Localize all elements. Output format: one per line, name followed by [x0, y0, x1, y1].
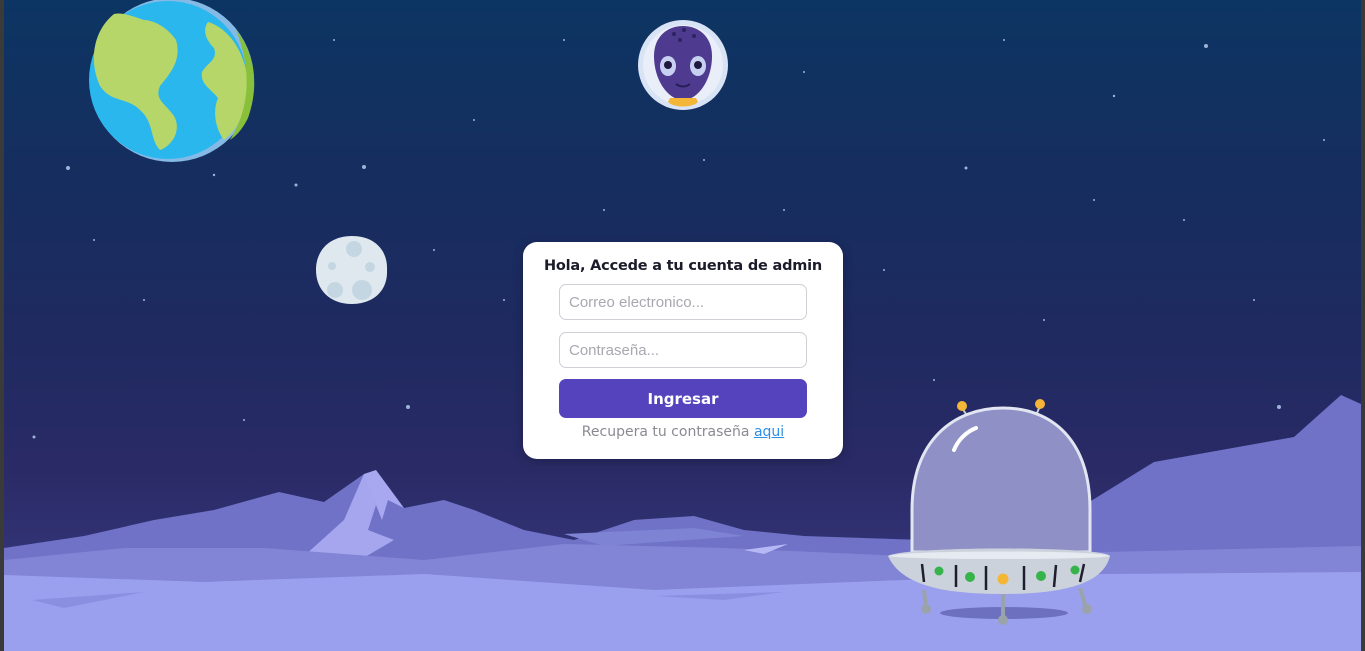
email-input[interactable]: [559, 284, 807, 320]
recover-password-link[interactable]: aqui: [754, 424, 784, 440]
earth-icon: [89, 0, 255, 162]
password-input[interactable]: [559, 332, 807, 368]
recover-password-line: Recupera tu contraseña aqui: [523, 424, 843, 440]
login-card: Hola, Accede a tu cuenta de admin Ingres…: [523, 242, 843, 459]
alien-avatar-icon: [638, 20, 728, 110]
moon-icon: [316, 236, 388, 304]
login-title: Hola, Accede a tu cuenta de admin: [543, 258, 823, 274]
login-button[interactable]: Ingresar: [559, 379, 807, 418]
recover-password-text: Recupera tu contraseña: [581, 424, 750, 440]
space-background: Hola, Accede a tu cuenta de admin Ingres…: [4, 0, 1361, 651]
